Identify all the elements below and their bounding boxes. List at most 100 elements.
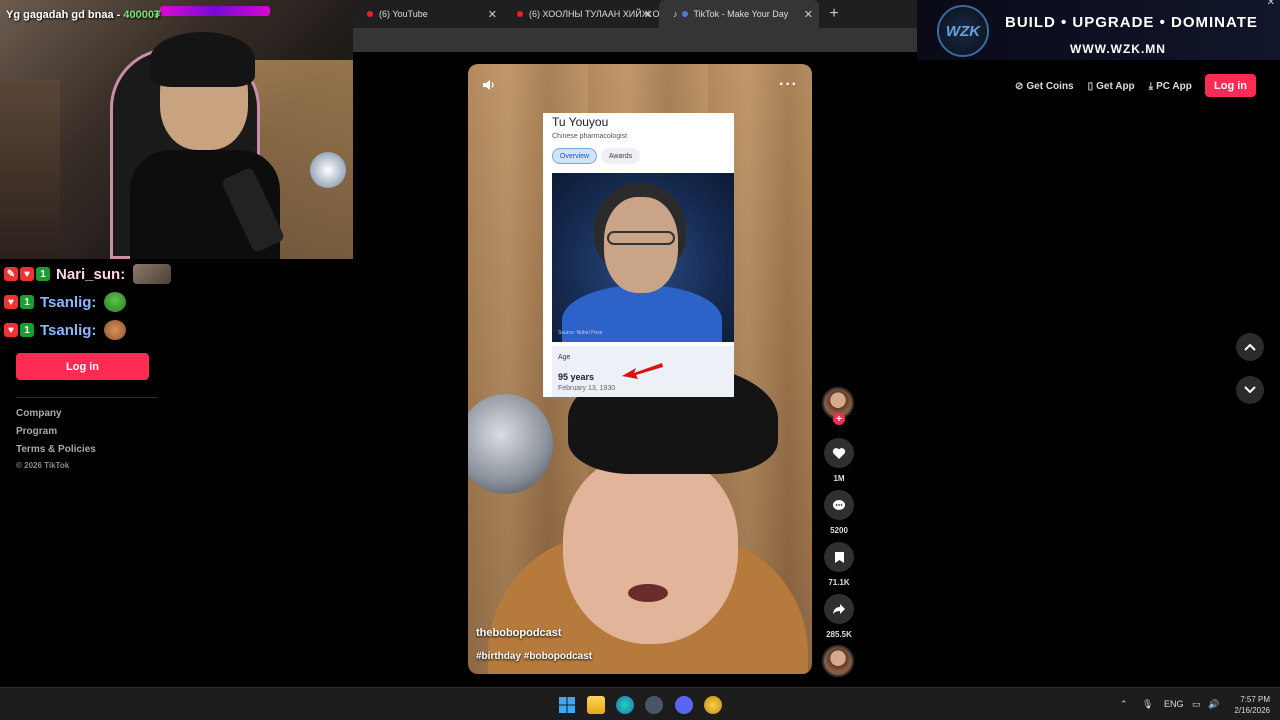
- previous-video-button[interactable]: [1236, 333, 1264, 361]
- next-video-button[interactable]: [1236, 376, 1264, 404]
- top-actions: ⊘ Get Coins ▯ Get App ⤓ PC App: [1015, 76, 1192, 96]
- chevron-up-tray-icon[interactable]: ⌃: [1120, 699, 1128, 710]
- face-emote-icon: [104, 320, 127, 340]
- chat-message: ♥ 1 Tsanlig:: [4, 291, 127, 313]
- tab-label: (6) ХООЛНЫ ТУЛААН ХИЙЖ ОРГ: [529, 9, 659, 19]
- chat-message: ♥ 1 Tsanlig:: [4, 319, 127, 341]
- streamer-hair: [150, 32, 255, 87]
- heart-badge-icon: ♥: [4, 295, 18, 309]
- get-app-button[interactable]: ▯ Get App: [1088, 81, 1135, 92]
- comment-count: 5200: [830, 526, 848, 535]
- download-icon: ⤓: [1148, 80, 1154, 92]
- red-arrow-icon: [622, 363, 663, 379]
- discord-icon[interactable]: [675, 696, 693, 714]
- like-button[interactable]: [824, 438, 854, 468]
- app-icon[interactable]: [704, 696, 722, 714]
- donation-amount: 40000₮: [123, 9, 161, 21]
- heart-badge-icon: ♥: [20, 267, 34, 281]
- close-tab-icon[interactable]: ✕: [644, 8, 653, 21]
- video-hashtags[interactable]: #birthday #bobopodcast: [476, 651, 592, 662]
- age-value: 95 years: [558, 372, 595, 382]
- tiktok-icon: ♪: [673, 9, 678, 19]
- address-bar[interactable]: [353, 28, 917, 52]
- windows-start-icon[interactable]: [558, 696, 576, 714]
- file-explorer-icon[interactable]: [587, 696, 605, 714]
- heart-badge-icon: ♥: [4, 323, 18, 337]
- volume-icon[interactable]: [482, 78, 496, 92]
- taskbar-clock[interactable]: 7:57 PM 2/16/2026: [1226, 694, 1270, 716]
- share-icon: [833, 604, 845, 614]
- like-count: 1M: [833, 474, 845, 483]
- panel-subtitle: Chinese pharmacologist: [552, 133, 628, 140]
- tab-tiktok[interactable]: ♪ TikTok - Make Your Day ✕: [659, 0, 819, 28]
- clock-date: 2/16/2026: [1234, 706, 1270, 715]
- tab-youtube-video[interactable]: (6) ХООЛНЫ ТУЛААН ХИЙЖ ОРГ ✕: [503, 0, 659, 28]
- screen: (6) YouTube ✕ (6) ХООЛНЫ ТУЛААН ХИЙЖ ОРГ…: [0, 0, 1280, 720]
- get-app-label: Get App: [1096, 80, 1135, 92]
- footer-link-program[interactable]: Program: [16, 426, 57, 437]
- more-options-icon[interactable]: ···: [779, 76, 798, 94]
- edge-browser-icon[interactable]: [616, 696, 634, 714]
- photo-source: Source: Nobel Prize: [558, 330, 603, 336]
- webcam-overlay: Yg gagadah gd bnaa - 40000₮: [0, 0, 353, 259]
- divider: [16, 397, 158, 398]
- chevron-up-icon: [1244, 343, 1256, 351]
- sponsor-banner: WZK BUILD • UPGRADE • DOMINATE WWW.WZK.M…: [917, 0, 1280, 60]
- language-indicator[interactable]: ENG: [1164, 699, 1184, 709]
- heart-icon: [832, 447, 846, 459]
- knowledge-panel: Tu Youyou Chinese pharmacologist Overvie…: [543, 113, 734, 397]
- get-coins-label: Get Coins: [1026, 80, 1074, 92]
- follow-plus-icon[interactable]: +: [833, 413, 845, 425]
- video-author[interactable]: thebobopodcast: [476, 627, 562, 639]
- tier-badge-icon: 1: [20, 295, 34, 309]
- chevron-down-icon: [1244, 386, 1256, 394]
- microphone-icon[interactable]: 🎙: [1142, 699, 1153, 710]
- settings-gear-icon[interactable]: [645, 696, 663, 714]
- chat-username: Nari_sun:: [56, 265, 126, 283]
- tier-badge-icon: 1: [36, 267, 50, 281]
- footer-link-terms[interactable]: Terms & Policies: [16, 444, 96, 455]
- chip-awards: Awards: [601, 148, 640, 164]
- save-button[interactable]: [824, 542, 854, 572]
- save-count: 71.1K: [828, 578, 850, 587]
- header-login-button[interactable]: Log in: [1205, 74, 1256, 97]
- new-tab-button[interactable]: +: [819, 5, 849, 23]
- presenter-mouth: [628, 584, 668, 602]
- footer-link-company[interactable]: Company: [16, 408, 62, 419]
- chat-message: ✎ ♥ 1 Nari_sun:: [4, 263, 172, 285]
- tab-label: TikTok - Make Your Day: [693, 9, 789, 19]
- close-tab-icon[interactable]: ✕: [804, 8, 813, 21]
- tab-label: (6) YouTube: [379, 9, 428, 19]
- coin-icon: ⊘: [1015, 80, 1024, 92]
- taskbar: ⌃ 🎙 ENG ▭ 🔊 7:57 PM 2/16/2026: [0, 687, 1280, 720]
- clock-time: 7:57 PM: [1240, 695, 1270, 704]
- network-icon[interactable]: ▭: [1192, 699, 1201, 710]
- audio-icon: [681, 11, 688, 17]
- volume-icon[interactable]: 🔊: [1208, 699, 1219, 710]
- banner-url: WWW.WZK.MN: [1070, 42, 1166, 56]
- chat-username: Tsanlig:: [40, 293, 97, 311]
- get-coins-button[interactable]: ⊘ Get Coins: [1015, 81, 1074, 92]
- portrait-face: [604, 197, 678, 293]
- window-close-icon[interactable]: ✕: [1267, 0, 1275, 8]
- tier-badge-icon: 1: [20, 323, 34, 337]
- pc-app-label: PC App: [1156, 80, 1192, 92]
- close-tab-icon[interactable]: ✕: [488, 8, 497, 21]
- presenter-face: [563, 454, 738, 644]
- banner-tagline: BUILD • UPGRADE • DOMINATE: [1005, 14, 1258, 31]
- sidebar-login-button[interactable]: Log in: [16, 353, 149, 380]
- ring-light: [310, 152, 346, 188]
- share-button[interactable]: [824, 594, 854, 624]
- led-strip: [160, 6, 270, 16]
- sound-avatar[interactable]: [822, 645, 854, 677]
- moderator-badge-icon: ✎: [4, 267, 18, 281]
- panel-title: Tu Youyou: [552, 115, 609, 129]
- copyright: © 2026 TikTok: [16, 461, 70, 470]
- age-label: Age: [558, 354, 571, 361]
- portrait-glasses: [607, 231, 675, 245]
- tab-youtube[interactable]: (6) YouTube ✕: [353, 0, 503, 28]
- comment-button[interactable]: [824, 490, 854, 520]
- webcam-shelf: [0, 80, 60, 259]
- phone-icon: ▯: [1087, 80, 1094, 92]
- pc-app-button[interactable]: ⤓ PC App: [1149, 81, 1192, 92]
